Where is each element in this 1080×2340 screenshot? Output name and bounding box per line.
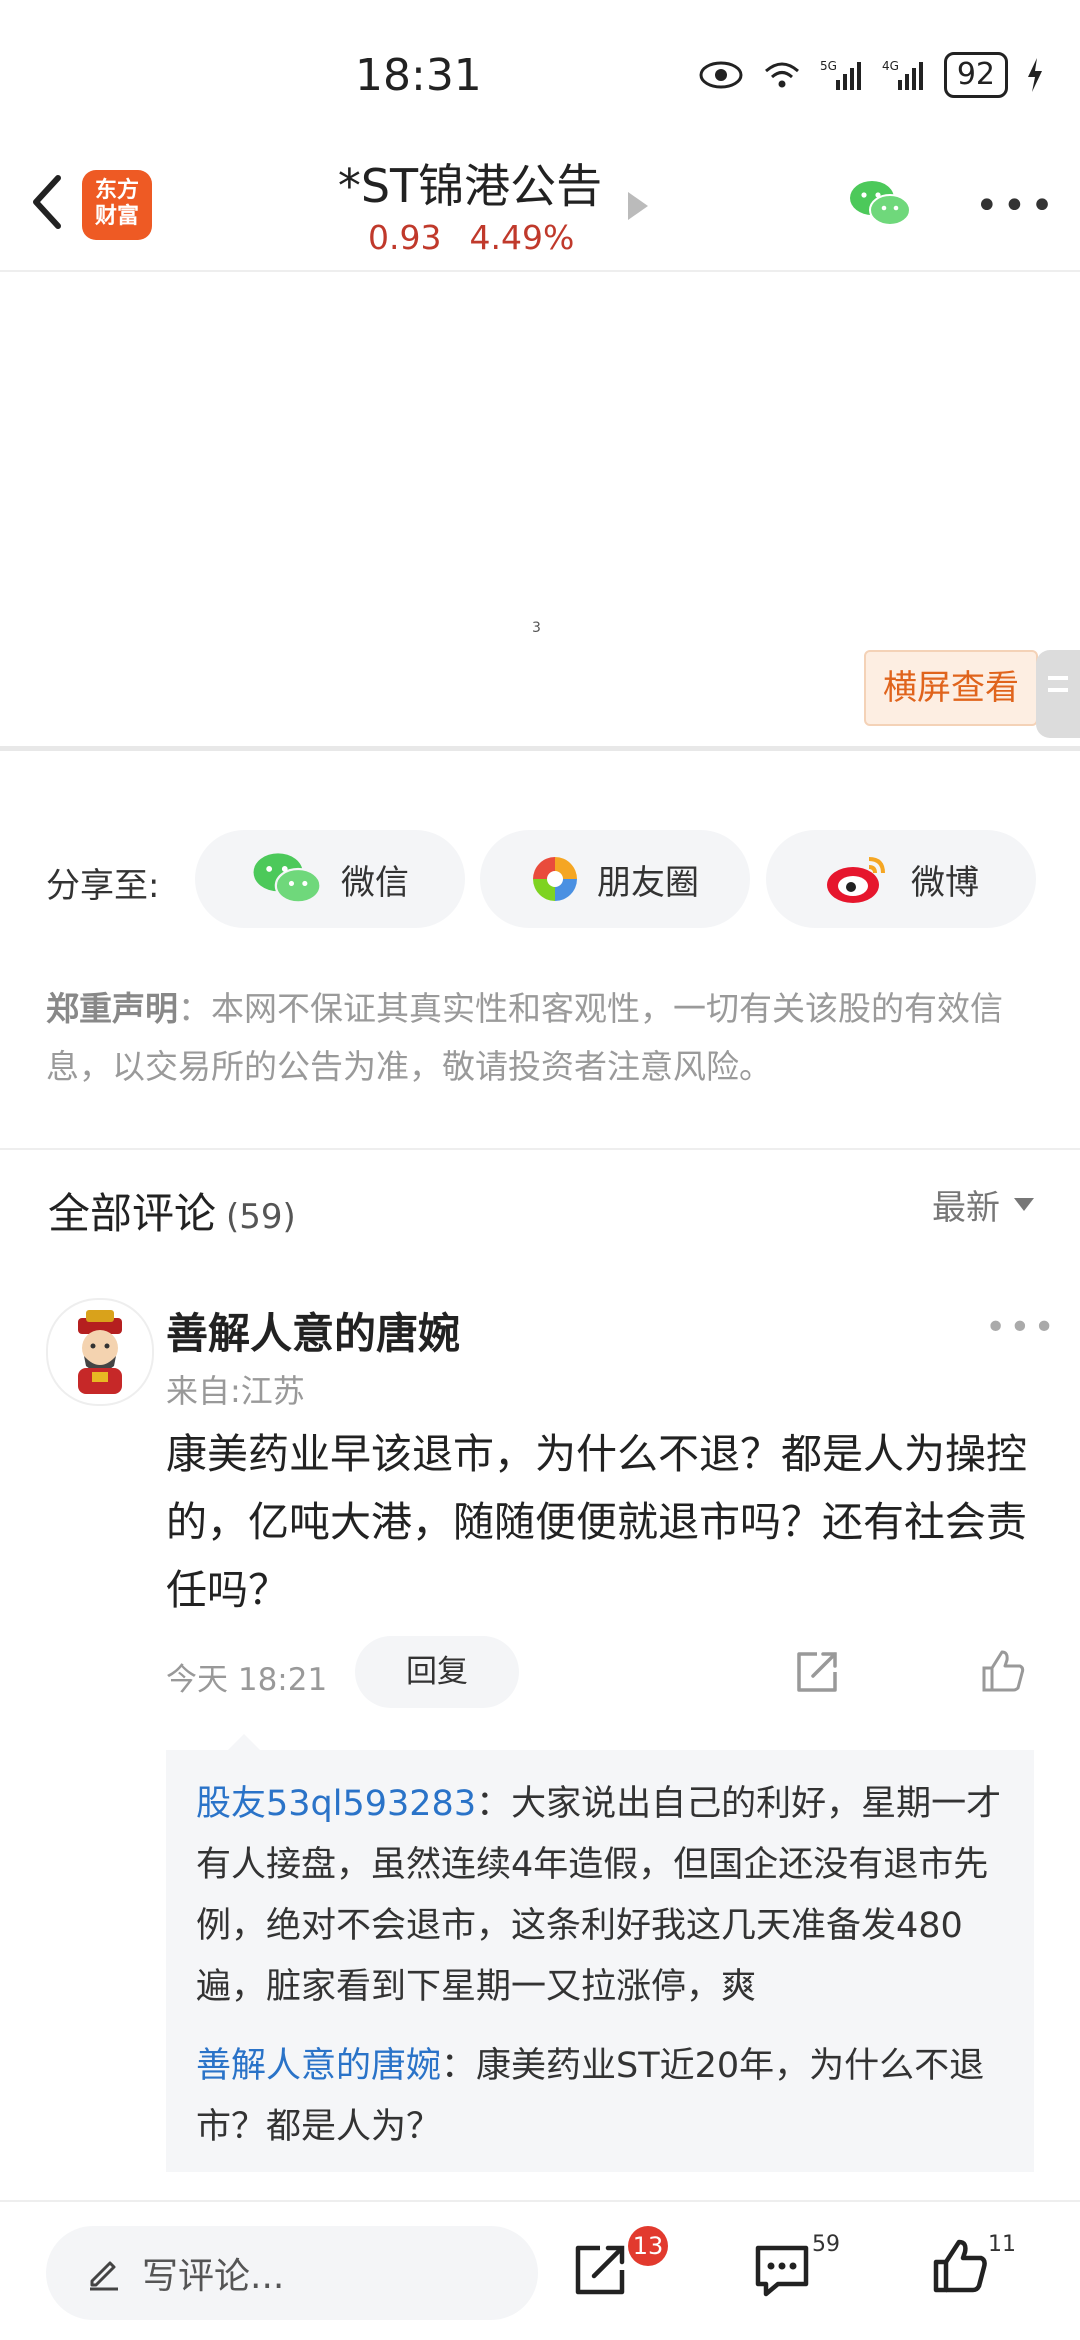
- caret-down-icon: [1014, 1198, 1034, 1211]
- like-icon[interactable]: [930, 2236, 990, 2296]
- reply-author[interactable]: 善解人意的唐婉: [196, 2046, 441, 2086]
- pencil-icon: [90, 2261, 118, 2291]
- comments-count: (59): [226, 1197, 296, 1237]
- share-weibo-button[interactable]: 微博: [766, 830, 1036, 928]
- side-drawer-handle[interactable]: [1036, 650, 1080, 738]
- avatar-image: [48, 1300, 152, 1404]
- comment-username[interactable]: 善解人意的唐婉: [166, 1300, 460, 1361]
- share-wechat-label: 微信: [341, 862, 409, 903]
- disclaimer: 郑重声明：本网不保证其真实性和客观性，一切有关该股的有效信息，以交易所的公告为准…: [46, 980, 1036, 1096]
- play-icon[interactable]: [628, 192, 648, 220]
- share-icon[interactable]: [570, 2240, 630, 2300]
- status-time: 18:31: [355, 50, 482, 101]
- signal-4g-icon: 4G: [882, 59, 923, 90]
- share-count-badge: 13: [628, 2226, 668, 2266]
- replies-notch: [228, 1734, 260, 1750]
- reply-item[interactable]: 善解人意的唐婉：康美药业ST近20年，为什么不退市？都是人为？: [196, 2036, 1016, 2158]
- comments-header: 全部评论 (59): [48, 1180, 296, 1241]
- pdf-area-divider: [0, 746, 1080, 751]
- avatar[interactable]: [46, 1298, 154, 1406]
- like-count: 11: [988, 2232, 1016, 2257]
- comment-text: 康美药业早该退市，为什么不退？都是人为操控的，亿吨大港，随随便便就退市吗？还有社…: [166, 1430, 1027, 1614]
- pdf-page-number: 3: [532, 620, 541, 636]
- share-moments-button[interactable]: 朋友圈: [480, 830, 750, 928]
- comments-title: 全部评论: [48, 1189, 217, 1238]
- write-comment-placeholder: 写评论...: [142, 2256, 285, 2297]
- stock-change: 4.49%: [469, 218, 575, 257]
- eye-icon: [699, 61, 743, 89]
- page-title: *ST锦港公告: [337, 159, 603, 213]
- status-icons: 5G 4G 92: [698, 52, 1044, 98]
- header-divider: [0, 270, 1080, 272]
- share-weibo-label: 微博: [911, 862, 979, 903]
- sort-dropdown[interactable]: 最新: [932, 1180, 1034, 1229]
- section-divider: [0, 1148, 1080, 1150]
- share-wechat-button[interactable]: 微信: [195, 830, 465, 928]
- comment-location: 来自:江苏: [166, 1372, 305, 1410]
- weibo-icon: [827, 857, 885, 903]
- comment-more-icon[interactable]: •••: [985, 1310, 1058, 1346]
- comment-like-icon[interactable]: [980, 1648, 1026, 1694]
- stock-quote: 0.93 4.49%: [368, 218, 602, 257]
- comment-count: 59: [812, 2232, 840, 2257]
- reply-button[interactable]: 回复: [355, 1636, 519, 1708]
- sort-label: 最新: [932, 1188, 1000, 1228]
- landscape-view-button[interactable]: 横屏查看: [864, 650, 1038, 726]
- charging-icon: [1028, 58, 1042, 92]
- comment-icon[interactable]: [752, 2240, 812, 2300]
- bottom-divider: [0, 2200, 1080, 2202]
- comment-share-icon[interactable]: [795, 1650, 839, 1694]
- svg-text:5G: 5G: [820, 59, 837, 73]
- signal-5g-icon: 5G: [820, 59, 861, 90]
- replies-box: 股友53ql593283：大家说出自己的利好，星期一才有人接盘，虽然连续4年造假…: [166, 1750, 1034, 2172]
- wechat-share-icon[interactable]: [848, 178, 912, 230]
- comment-time: 今天 18:21: [166, 1662, 328, 1698]
- more-icon[interactable]: •••: [975, 186, 1058, 226]
- wechat-icon: [253, 853, 322, 904]
- stock-price: 0.93: [368, 218, 442, 257]
- wifi-icon: [764, 62, 799, 88]
- battery-indicator: 92: [943, 52, 1008, 98]
- share-moments-label: 朋友圈: [597, 862, 699, 903]
- reply-author[interactable]: 股友53ql593283: [196, 1784, 476, 1824]
- disclaimer-text: ：本网不保证其真实性和客观性，一切有关该股的有效信息，以交易所的公告为准，敬请投…: [46, 989, 1003, 1086]
- reply-item[interactable]: 股友53ql593283：大家说出自己的利好，星期一才有人接盘，虽然连续4年造假…: [196, 1774, 1016, 2018]
- disclaimer-title: 郑重声明: [46, 989, 178, 1028]
- share-label: 分享至:: [46, 866, 160, 906]
- moments-icon: [533, 857, 577, 901]
- write-comment-input[interactable]: 写评论...: [46, 2226, 538, 2320]
- svg-text:4G: 4G: [882, 59, 899, 73]
